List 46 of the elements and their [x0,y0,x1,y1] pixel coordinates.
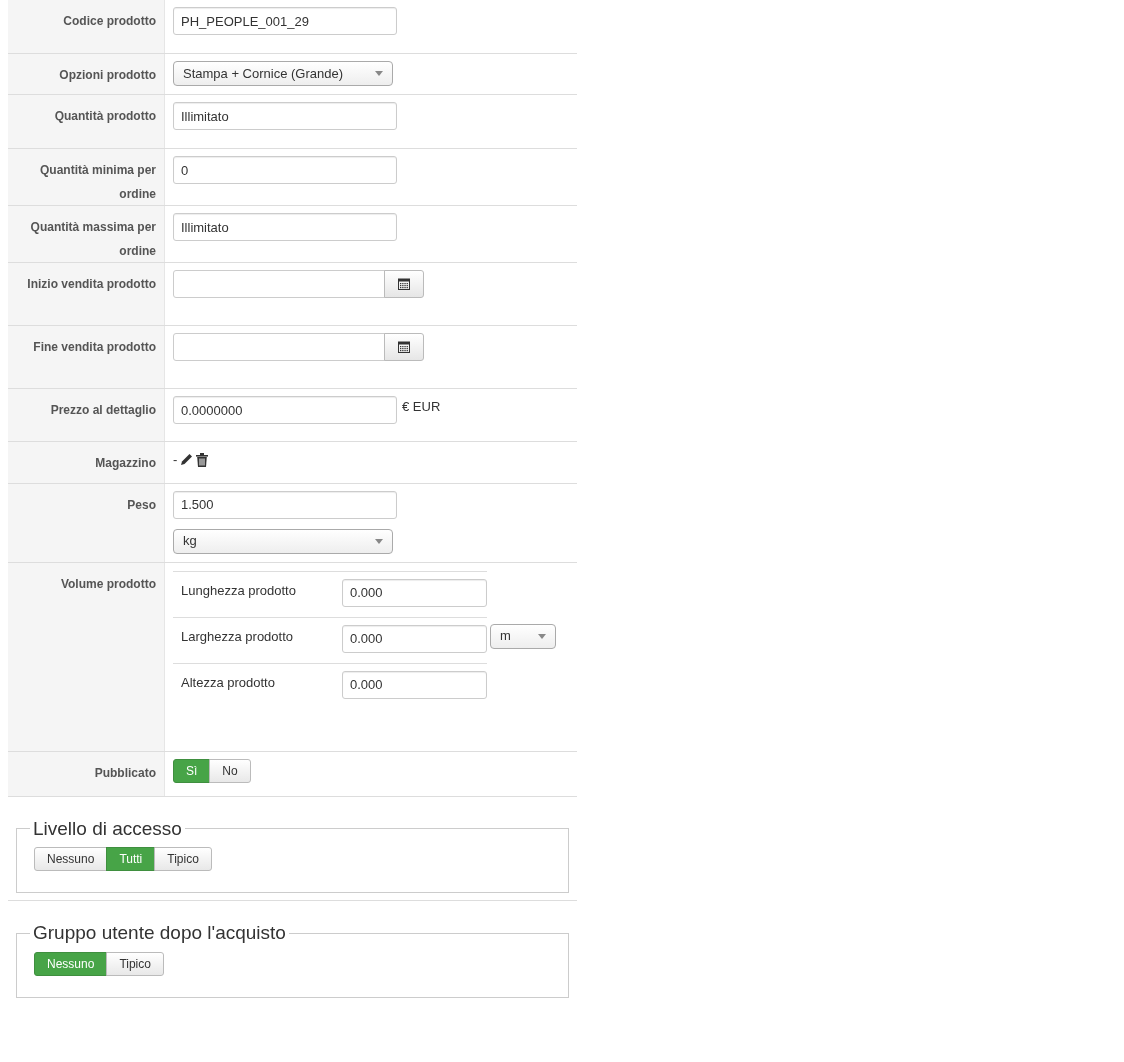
text-field[interactable]: Illimitato [173,213,397,241]
field-label: Opzioni prodotto [59,68,156,82]
field-label: Quantità minima per ordine [39,163,156,201]
dropdown[interactable]: m [490,623,556,649]
stock-value: - [173,451,178,469]
field-label: Magazzino [95,456,156,470]
text-field[interactable]: 0.000 [342,578,487,607]
caret-icon [538,633,546,639]
field-label: Codice prodotto [63,14,156,28]
toggle-option[interactable]: Tipico [106,951,164,976]
text-field[interactable]: 1.500 [173,490,397,519]
dimension-label: Larghezza prodotto [180,627,295,646]
text-field[interactable]: 0.0000000 [173,396,397,424]
field-label: Fine vendita prodotto [33,340,156,354]
date-field[interactable] [173,333,385,361]
calendar-button[interactable] [384,270,424,298]
pencil-icon[interactable] [180,453,194,467]
caret-icon [375,538,383,544]
date-field[interactable] [173,270,385,298]
section-title: Livello di accesso [32,816,183,841]
field-label: Prezzo al dettaglio [50,403,156,417]
currency-label: € EUR [402,398,441,416]
field-label: Inizio vendita prodotto [27,277,156,291]
field-label: Quantità massima per ordine [30,220,156,258]
text-field[interactable]: Illimitato [173,102,397,130]
calendar-icon [398,278,410,290]
toggle-option[interactable]: No [209,758,251,783]
text-field[interactable]: 0 [173,156,397,184]
dropdown[interactable]: Stampa + Cornice (Grande) [173,61,393,86]
text-field[interactable]: 0.000 [342,670,487,699]
field-label: Volume prodotto [60,576,156,591]
section-title: Gruppo utente dopo l'acquisto [32,921,287,945]
field-label: Pubblicato [94,765,156,780]
text-field[interactable]: PH_PEOPLE_001_29 [173,7,397,35]
dropdown[interactable]: kg [173,528,393,554]
toggle-option[interactable]: Nessuno [34,847,108,871]
caret-icon [375,71,383,76]
field-label: Quantità prodotto [54,109,156,123]
text-field[interactable]: 0.000 [342,624,487,653]
field-label: Peso [127,497,156,512]
calendar-button[interactable] [384,333,424,361]
dimension-label: Lunghezza prodotto [180,581,297,600]
trash-icon[interactable] [196,452,209,467]
dimension-label: Altezza prodotto [180,673,276,692]
calendar-icon [398,341,410,353]
toggle-option[interactable]: Tipico [154,847,212,871]
